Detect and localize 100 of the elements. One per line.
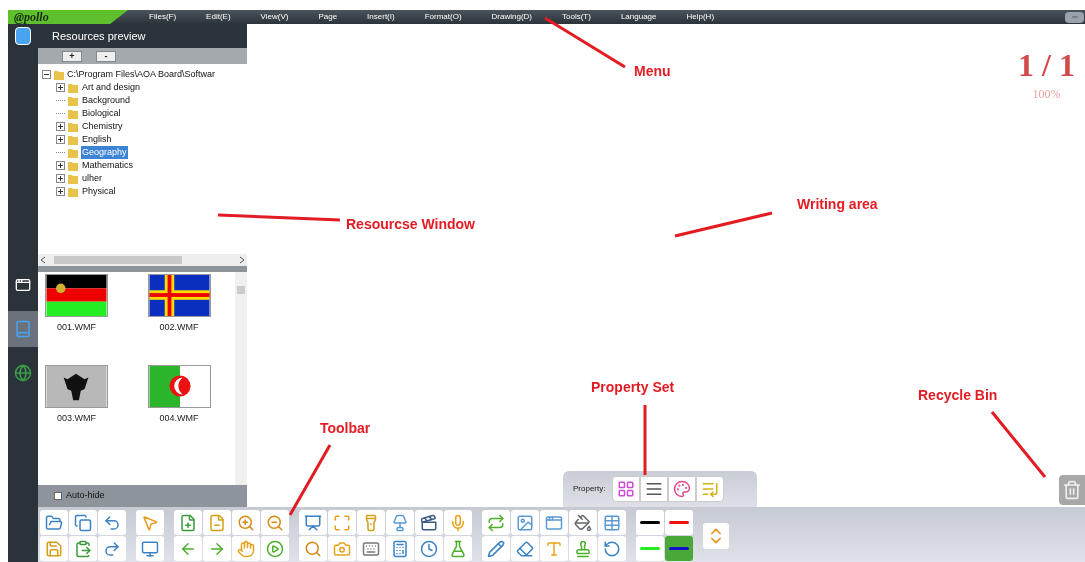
eraser-icon[interactable] — [511, 536, 539, 561]
arrow-pointer-icon[interactable] — [136, 510, 164, 535]
search-icon[interactable] — [299, 536, 327, 561]
menu-item[interactable]: Tools(T) — [547, 11, 606, 23]
lines-icon[interactable] — [640, 476, 669, 502]
tree-item[interactable]: Chemistry — [81, 119, 124, 134]
remove-page-icon[interactable] — [203, 510, 231, 535]
orientation-icon[interactable] — [703, 523, 729, 549]
menu-item[interactable]: Help(H) — [671, 11, 730, 23]
undo-icon[interactable] — [98, 510, 126, 535]
monitor-icon[interactable] — [136, 536, 164, 561]
thumbnail-label[interactable]: 003.WMF — [57, 411, 96, 425]
annotation-label: Menu — [634, 62, 671, 81]
expand-icon[interactable] — [56, 135, 65, 144]
pen-color-button[interactable] — [665, 510, 693, 535]
horizontal-scrollbar[interactable] — [38, 254, 247, 266]
tree-item[interactable]: Background — [81, 93, 132, 108]
folder-icon — [67, 172, 79, 185]
expand-icon[interactable] — [56, 83, 65, 92]
annotation-label: Resourcse Window — [346, 215, 475, 234]
tree-item[interactable]: English — [81, 132, 113, 147]
folder-icon — [67, 107, 79, 120]
leader-line — [643, 405, 647, 475]
picture-frame-icon[interactable] — [511, 510, 539, 535]
play-icon[interactable] — [261, 536, 289, 561]
menu-item[interactable]: Format(O) — [409, 11, 477, 23]
page-counter: 1 / 1 — [1018, 47, 1075, 83]
annotation-label: Toolbar — [320, 419, 371, 438]
window-icon — [14, 277, 32, 293]
flashlight-icon[interactable] — [357, 510, 385, 535]
palette-icon[interactable] — [668, 476, 697, 502]
menu-item[interactable]: Files(F) — [134, 11, 192, 23]
add-page-icon[interactable] — [174, 510, 202, 535]
folder-icon — [67, 81, 79, 94]
menu-item[interactable]: Edit(E) — [191, 11, 246, 23]
clock-icon[interactable] — [415, 536, 443, 561]
tree-item[interactable]: Biological — [81, 106, 122, 121]
zoom-in-icon[interactable] — [232, 510, 260, 535]
thumbnail-label[interactable]: 004.WMF — [159, 411, 199, 425]
pen-color-button[interactable] — [636, 536, 664, 561]
fullscreen-icon[interactable] — [328, 510, 356, 535]
tree-item[interactable]: ulher — [81, 171, 103, 186]
scroll-right-icon[interactable] — [239, 256, 245, 264]
folder-icon — [67, 146, 79, 159]
pen-color-button[interactable] — [636, 510, 664, 535]
save-icon[interactable] — [40, 536, 68, 561]
annotation-label: Property Set — [591, 378, 675, 397]
zoom-out-icon[interactable] — [261, 510, 289, 535]
menu-item[interactable]: Insert(I) — [352, 11, 410, 23]
grid-icon[interactable] — [612, 476, 641, 502]
expand-icon[interactable] — [56, 174, 65, 183]
camera-icon[interactable] — [328, 536, 356, 561]
tree-item[interactable]: Geography — [81, 145, 128, 160]
tree-item[interactable]: Mathematics — [81, 158, 135, 173]
expand-all-button[interactable]: + — [62, 50, 82, 62]
tree-item[interactable]: Physical — [81, 184, 117, 199]
menu-item[interactable]: Page — [303, 11, 353, 23]
lamp-icon[interactable] — [386, 510, 414, 535]
paste-icon[interactable] — [69, 536, 97, 561]
thumbnail-label[interactable]: 001.WMF — [57, 321, 96, 335]
menu-item[interactable]: Language — [605, 11, 672, 23]
expand-icon[interactable] — [56, 187, 65, 196]
copy-icon[interactable] — [69, 510, 97, 535]
pen-color-button[interactable] — [665, 536, 693, 561]
expand-icon[interactable] — [56, 122, 65, 131]
tree-item[interactable]: Art and design — [81, 80, 142, 95]
thumbnail-label[interactable]: 002.WMF — [159, 321, 199, 335]
auto-hide-checkbox[interactable] — [54, 492, 62, 500]
recycle-bin-icon[interactable] — [1059, 475, 1085, 505]
expand-icon[interactable] — [56, 161, 65, 170]
folder-icon[interactable] — [40, 510, 68, 535]
pencil-icon[interactable] — [482, 536, 510, 561]
vertical-scrollbar[interactable] — [235, 272, 247, 485]
window-icon[interactable] — [540, 510, 568, 535]
globe-icon — [14, 364, 32, 382]
calculator-icon[interactable] — [386, 536, 414, 561]
collapse-all-button[interactable]: - — [96, 50, 116, 62]
auto-hide-label: Auto-hide — [66, 489, 105, 503]
hand-icon[interactable] — [232, 536, 260, 561]
swap-icon[interactable] — [482, 510, 510, 535]
menu-item[interactable]: Drawing(D) — [476, 11, 547, 23]
keyboard-icon[interactable] — [357, 536, 385, 561]
table-icon[interactable] — [598, 510, 626, 535]
book-icon — [15, 27, 31, 45]
screen-icon[interactable] — [299, 510, 327, 535]
tree-item[interactable]: C:\Program Files\AOA Board\Softwar — [67, 67, 216, 82]
paint-bucket-icon[interactable] — [569, 510, 597, 535]
rotate-icon[interactable] — [598, 536, 626, 561]
collapse-icon[interactable] — [42, 70, 51, 79]
stamp-icon[interactable] — [569, 536, 597, 561]
folder-icon — [67, 120, 79, 133]
clapper-icon[interactable] — [415, 510, 443, 535]
folder-icon — [67, 133, 79, 146]
annotation-label: Recycle Bin — [918, 386, 998, 405]
redo-icon[interactable] — [98, 536, 126, 561]
scroll-left-icon[interactable] — [40, 256, 46, 264]
list-icon[interactable] — [696, 476, 725, 502]
leader-line — [288, 444, 332, 516]
minimize-button[interactable] — [1065, 11, 1084, 23]
menu-item[interactable]: View(V) — [245, 11, 304, 23]
